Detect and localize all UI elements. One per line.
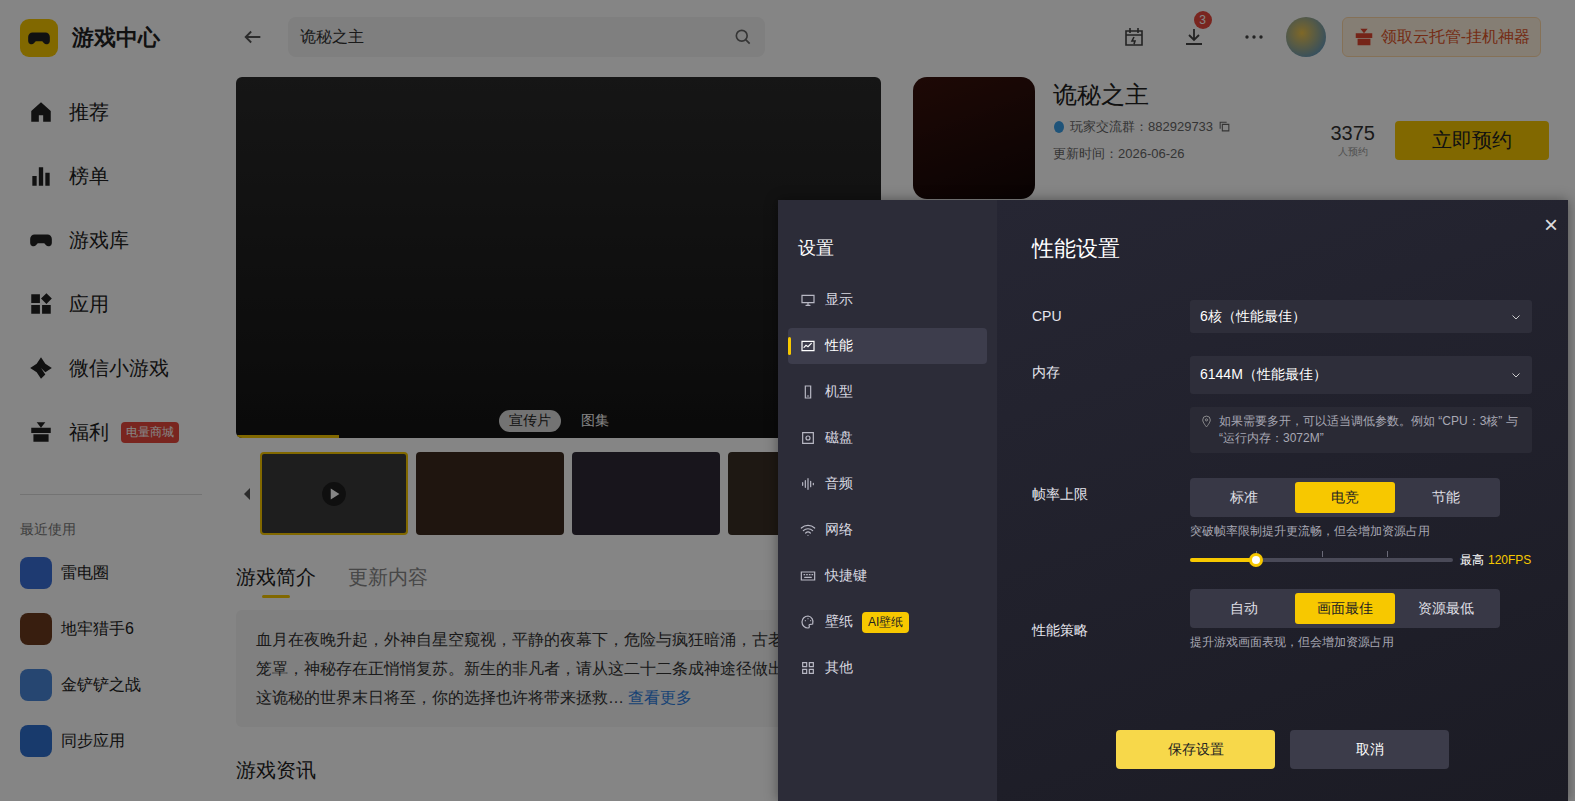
strategy-note: 提升游戏画面表现，但会增加资源占用 <box>1190 634 1532 651</box>
slider-fill <box>1190 558 1256 562</box>
segment-option[interactable]: 自动 <box>1194 593 1295 624</box>
settings-nav-label: 机型 <box>825 383 853 401</box>
settings-nav-label: 性能 <box>825 337 853 355</box>
location-info-icon <box>1200 415 1213 428</box>
settings-nav-icon <box>800 660 816 676</box>
settings-nav-badge: AI壁纸 <box>862 612 909 633</box>
settings-nav-item[interactable]: 机型 <box>788 374 987 410</box>
max-value: 120FPS <box>1488 553 1531 567</box>
panel-heading: 性能设置 <box>1032 234 1568 264</box>
close-button[interactable]: × <box>1544 210 1558 240</box>
performance-strategy: 自动画面最佳资源最低提升游戏画面表现，但会增加资源占用 <box>1190 589 1532 651</box>
slider-tick <box>1322 551 1323 557</box>
settings-nav-icon <box>800 430 816 446</box>
select-field[interactable]: 6144M（性能最佳） <box>1190 356 1532 394</box>
select-value: 6核（性能最佳） <box>1200 308 1306 326</box>
settings-title: 设置 <box>788 236 987 260</box>
frame-note: 突破帧率限制提升更流畅，但会增加资源占用 <box>1190 523 1532 540</box>
settings-nav-item[interactable]: 其他 <box>788 650 987 686</box>
select-field[interactable]: 6核（性能最佳） <box>1190 300 1532 333</box>
segment-option[interactable]: 资源最低 <box>1395 593 1496 624</box>
settings-form: CPU 6核（性能最佳） 内存 6144M（性能最佳） 如果需要多开，可以适当调低参数。… <box>1032 300 1568 651</box>
slider-tick <box>1387 551 1388 557</box>
dialog-buttons: 保存设置取消 <box>997 730 1568 769</box>
field-label: CPU <box>1032 300 1190 333</box>
segment-option[interactable]: 节能 <box>1395 482 1496 513</box>
settings-nav-label: 其他 <box>825 659 853 677</box>
settings-nav-item[interactable]: 壁纸 AI壁纸 <box>788 604 987 640</box>
settings-nav-label: 壁纸 <box>825 613 853 631</box>
game-center-page: 游戏中心推荐榜单游戏库应用微信小游戏福利电量商城最近使用雷电圈地牢猎手6金铲铲之… <box>0 0 1575 801</box>
settings-nav: 设置显示性能机型磁盘音频网络快捷键壁纸 AI壁纸其他 <box>778 200 997 801</box>
settings-nav-icon <box>800 476 816 492</box>
select-value: 6144M（性能最佳） <box>1200 366 1327 384</box>
segmented-control: 自动画面最佳资源最低 <box>1190 589 1500 628</box>
hint-box: 如果需要多开，可以适当调低参数。例如 “CPU：3核” 与 “运行内存：3072… <box>1190 407 1532 453</box>
segmented-control: 标准电竞节能 <box>1190 478 1500 517</box>
chevron-down-icon <box>1510 369 1522 381</box>
field-label: 内存 <box>1032 356 1190 389</box>
settings-nav-icon <box>800 522 816 538</box>
settings-dialog: 设置显示性能机型磁盘音频网络快捷键壁纸 AI壁纸其他 ×性能设置 CPU 6核（性能最佳… <box>778 200 1568 801</box>
settings-panel: ×性能设置 CPU 6核（性能最佳） 内存 6144M（性能最佳） 如果需要多开，可以适当… <box>997 200 1568 801</box>
settings-nav-item[interactable]: 音频 <box>788 466 987 502</box>
settings-nav-icon <box>800 292 816 308</box>
segment-option[interactable]: 画面最佳 <box>1295 593 1396 624</box>
settings-nav-label: 音频 <box>825 475 853 493</box>
settings-nav-icon <box>800 614 816 630</box>
settings-nav-label: 快捷键 <box>825 567 867 585</box>
settings-nav-icon <box>800 338 816 354</box>
slider-knob[interactable] <box>1249 553 1263 567</box>
settings-nav-item[interactable]: 显示 <box>788 282 987 318</box>
dialog-button[interactable]: 保存设置 <box>1116 730 1275 769</box>
settings-nav-label: 磁盘 <box>825 429 853 447</box>
settings-nav-label: 网络 <box>825 521 853 539</box>
settings-nav-item[interactable]: 磁盘 <box>788 420 987 456</box>
fps-slider-row: 最高 120FPS <box>1190 553 1532 567</box>
segment-option[interactable]: 电竞 <box>1295 482 1396 513</box>
chevron-down-icon <box>1510 311 1522 323</box>
settings-nav-label: 显示 <box>825 291 853 309</box>
field-label: 性能策略 <box>1032 614 1190 651</box>
settings-nav-icon <box>800 568 816 584</box>
settings-nav-item[interactable]: 快捷键 <box>788 558 987 594</box>
segment-option[interactable]: 标准 <box>1194 482 1295 513</box>
hint-text: 如果需要多开，可以适当调低参数。例如 “CPU：3核” 与 “运行内存：3072… <box>1219 413 1522 447</box>
settings-nav-icon <box>800 384 816 400</box>
frame-limit: 标准电竞节能突破帧率限制提升更流畅，但会增加资源占用最高 120FPS <box>1190 478 1532 589</box>
settings-nav-item[interactable]: 网络 <box>788 512 987 548</box>
dialog-button[interactable]: 取消 <box>1290 730 1449 769</box>
max-label: 最高 <box>1460 552 1484 569</box>
settings-nav-item[interactable]: 性能 <box>788 328 987 364</box>
field-label: 帧率上限 <box>1032 478 1190 589</box>
fps-slider[interactable] <box>1190 553 1453 567</box>
